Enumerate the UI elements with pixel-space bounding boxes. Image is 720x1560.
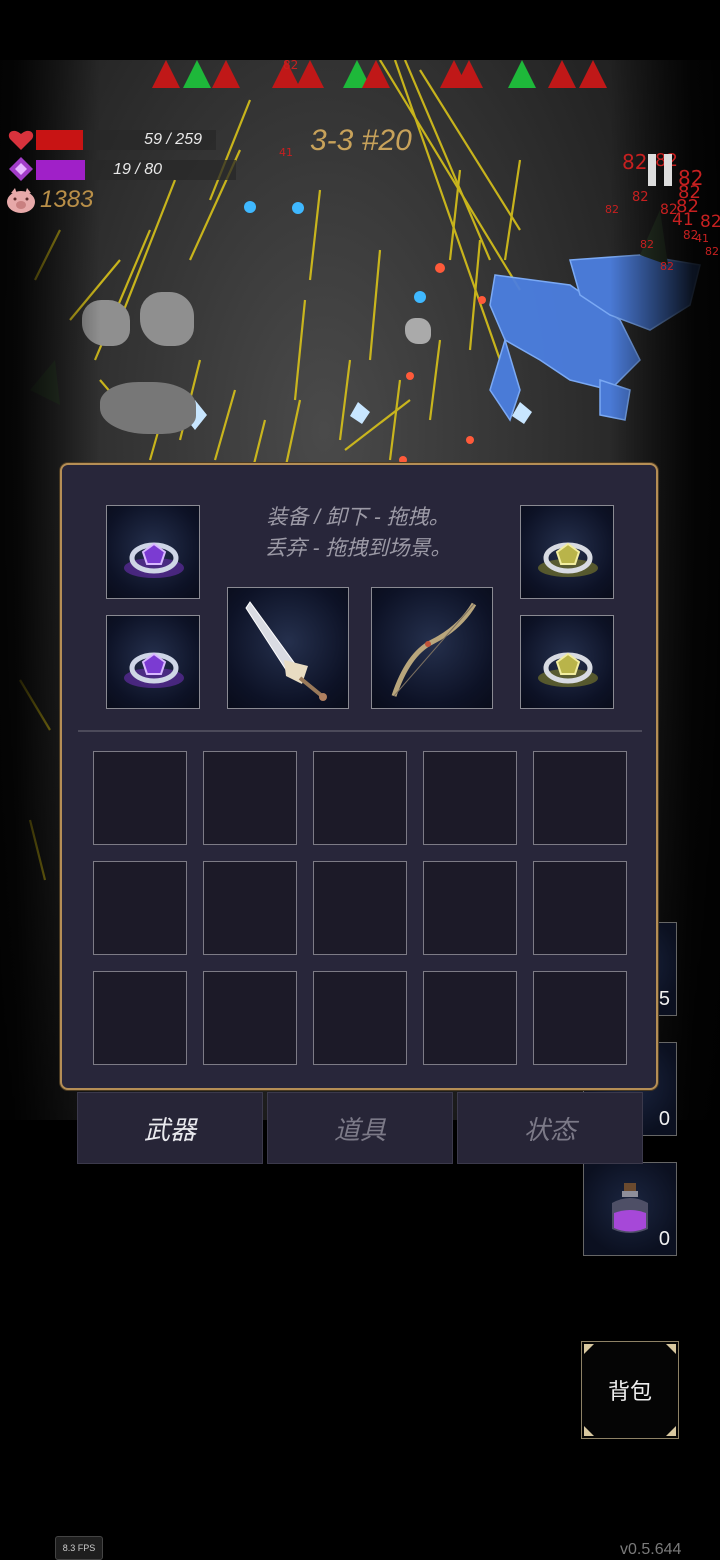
weapon-slot[interactable] (227, 587, 349, 709)
backpack-label: 背包 (607, 1379, 652, 1404)
inventory-slot[interactable] (533, 971, 627, 1065)
ring-slot-left-bottom[interactable] (106, 615, 200, 709)
damage-number: 41 (279, 146, 293, 159)
health-fill (36, 130, 83, 150)
damage-number: 82 (640, 238, 654, 251)
inventory-slot[interactable] (203, 751, 297, 845)
purple-potion-icon (612, 1183, 648, 1233)
damage-number: 82 (622, 150, 648, 174)
corner-ornament (666, 1344, 676, 1354)
sword-icon (245, 601, 327, 701)
quickslot-count: 5 (658, 988, 670, 1010)
wave-marker-enemy (455, 60, 483, 88)
corner-ornament (584, 1426, 594, 1436)
damage-number: 82 (283, 58, 299, 72)
inventory-slot[interactable] (93, 751, 187, 845)
purple-gem-ring-icon (124, 542, 184, 578)
quickslot-3[interactable]: 0 (583, 1162, 677, 1256)
damage-number: 82 (700, 212, 720, 232)
wave-marker-enemy (579, 60, 607, 88)
gold-gem-ring-icon (538, 542, 598, 577)
wave-marker-enemy (212, 60, 240, 88)
wave-marker-enemy (548, 60, 576, 88)
wave-marker-enemy (362, 60, 390, 88)
discard-hint: 丢弃 - 拖拽到场景。 (264, 537, 452, 560)
damage-number: 82 (660, 260, 674, 273)
mana-text: 19 / 80 (113, 161, 162, 178)
inventory-slot[interactable] (423, 751, 517, 845)
inventory-slot[interactable] (93, 861, 187, 955)
quickslot-count: 0 (658, 1228, 670, 1250)
inventory-panel: 装备 / 卸下 - 拖拽。 丢弃 - 拖拽到场景。 (60, 463, 658, 1090)
ring-slot-left-top[interactable] (106, 505, 200, 599)
corner-ornament (666, 1426, 676, 1436)
mana-crystal-icon (9, 157, 33, 181)
inventory-slot[interactable] (533, 861, 627, 955)
equip-hint: 装备 / 卸下 - 拖拽。 (266, 506, 450, 529)
inventory-slot[interactable] (313, 861, 407, 955)
backpack-button[interactable]: 背包 (581, 1341, 679, 1439)
stage-indicator: 3-3 #20 (310, 124, 412, 157)
bow-icon (391, 602, 477, 697)
inventory-slot[interactable] (423, 861, 517, 955)
wave-marker-ally (508, 60, 536, 88)
health-bar: 59 / 259 (36, 130, 216, 150)
damage-number: 41 (695, 232, 709, 245)
damage-number: 82 (605, 203, 619, 216)
gold-gem-ring-icon (538, 652, 598, 687)
tab-status[interactable]: 状态 (457, 1092, 643, 1164)
mana-bar: 19 / 80 (36, 160, 236, 180)
health-text: 59 / 259 (144, 131, 202, 148)
damage-number: 82 (632, 190, 649, 205)
corner-ornament (584, 1344, 594, 1354)
inventory-slot[interactable] (313, 971, 407, 1065)
boulder (100, 382, 196, 434)
inventory-slot[interactable] (93, 971, 187, 1065)
offhand-slot[interactable] (371, 587, 493, 709)
inventory-slot[interactable] (313, 751, 407, 845)
tab-weapons[interactable]: 武器 (77, 1092, 263, 1164)
pause-icon (648, 154, 656, 186)
wave-marker-ally (183, 60, 211, 88)
heart-icon (8, 130, 34, 150)
ring-slot-right-bottom[interactable] (520, 615, 614, 709)
inventory-slot[interactable] (533, 751, 627, 845)
pause-button[interactable] (648, 154, 674, 186)
quickslot-count: 0 (658, 1108, 670, 1130)
ring-slot-right-top[interactable] (520, 505, 614, 599)
damage-number: 41 (672, 210, 694, 230)
wave-marker-enemy (152, 60, 180, 88)
fps-counter: 8.3 FPS (55, 1536, 103, 1560)
damage-number: 82 (705, 245, 719, 258)
inventory-slot[interactable] (423, 971, 517, 1065)
version-label: v0.5.644 (620, 1541, 682, 1558)
tab-items[interactable]: 道具 (267, 1092, 453, 1164)
inventory-slot[interactable] (203, 971, 297, 1065)
inventory-slot[interactable] (203, 861, 297, 955)
purple-gem-ring-icon (124, 652, 184, 688)
pig-coin-icon (7, 188, 35, 213)
boulder (140, 292, 194, 346)
boulder (405, 318, 431, 344)
coin-count: 1383 (40, 186, 94, 213)
mana-fill (36, 160, 85, 180)
panel-divider (78, 730, 642, 732)
wave-marker-enemy (296, 60, 324, 88)
pause-icon (664, 154, 672, 186)
